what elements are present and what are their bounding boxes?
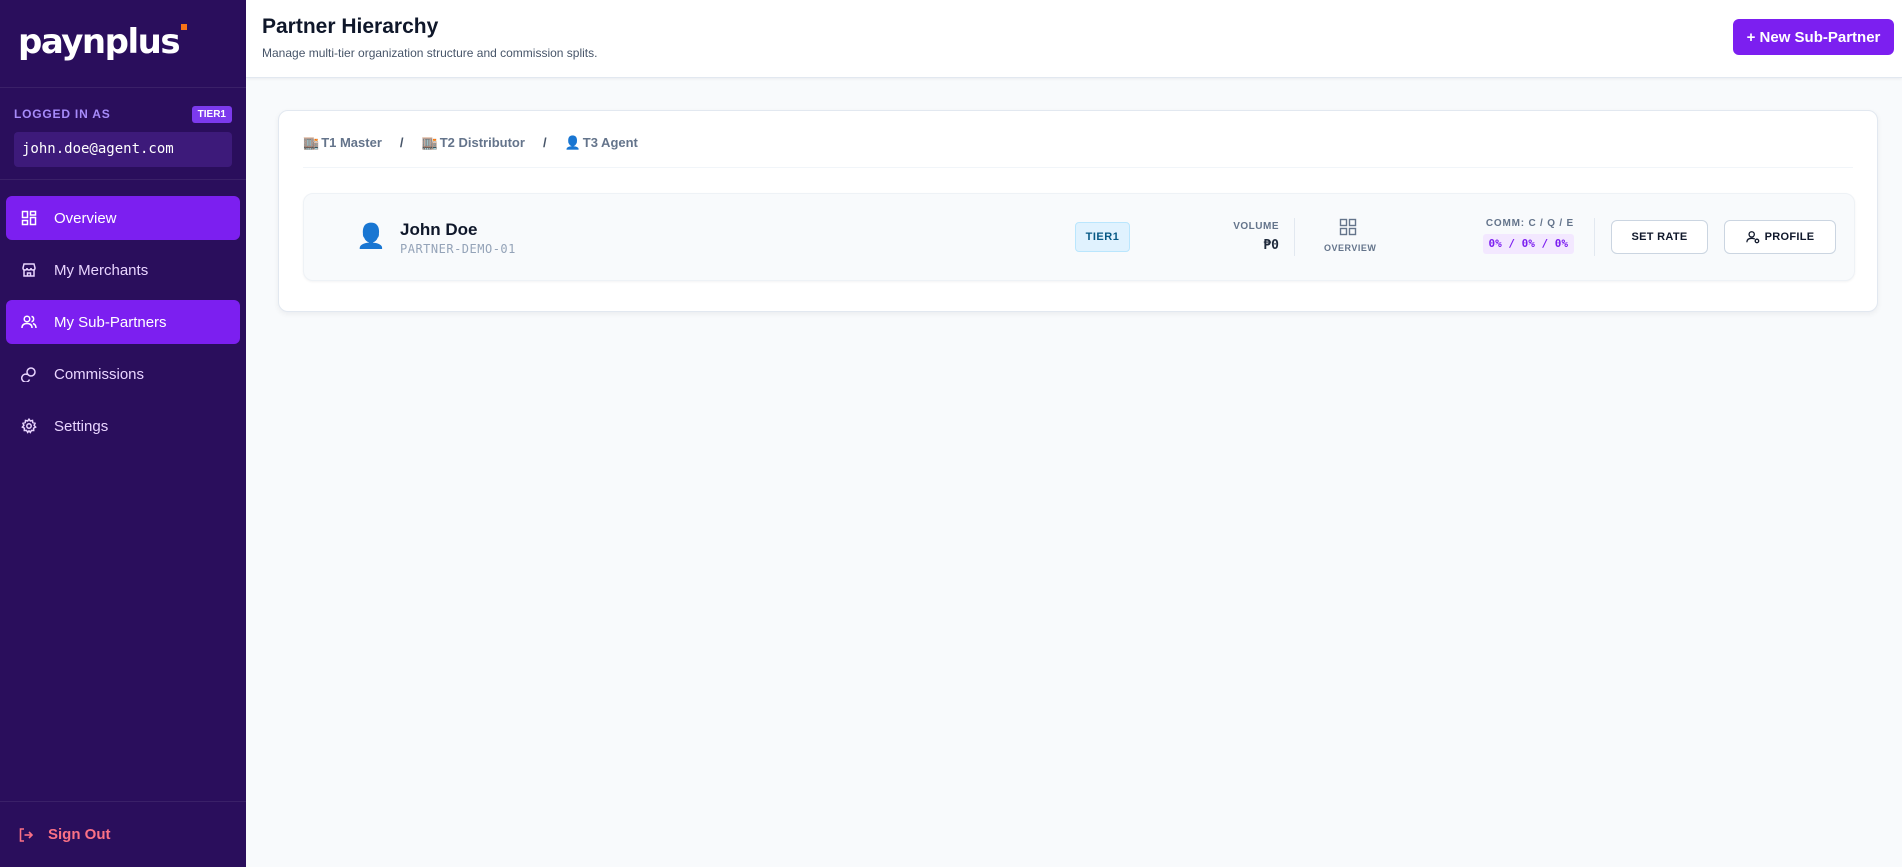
- sidebar-item-label: Overview: [54, 209, 117, 227]
- partner-row: 👤 John Doe PARTNER-DEMO-01 TIER1 VOLUME …: [303, 193, 1855, 281]
- overview-label[interactable]: OVERVIEW: [1324, 243, 1376, 253]
- sidebar-item-label: My Merchants: [54, 261, 149, 279]
- grid-icon: [20, 209, 38, 227]
- volume-value: ₱0: [1263, 238, 1279, 253]
- commission-value: 0% / 0% / 0%: [1482, 234, 1574, 254]
- sidebar-item-settings[interactable]: Settings: [6, 404, 240, 448]
- tier-badge: TIER1: [191, 105, 232, 123]
- breadcrumb-separator: /: [542, 135, 547, 150]
- building-icon: 🏬: [303, 135, 320, 150]
- page-title: Partner Hierarchy: [262, 15, 439, 38]
- person-icon: 👤: [564, 135, 581, 150]
- logged-in-label: LOGGED IN AS: [14, 107, 111, 121]
- sidebar-item-overview[interactable]: Overview: [6, 196, 240, 240]
- breadcrumb-t2-distributor[interactable]: 🏬 T2 Distributor: [422, 135, 525, 167]
- partner-code: PARTNER-DEMO-01: [400, 242, 516, 256]
- page-header: Partner Hierarchy Manage multi-tier orga…: [246, 0, 1902, 78]
- user-icon: [1745, 231, 1759, 244]
- logo-accent-dot: [181, 24, 188, 30]
- breadcrumb-label: T3 Agent: [582, 135, 638, 150]
- overview-grid-icon[interactable]: [1339, 218, 1357, 236]
- divider: [1594, 218, 1595, 256]
- volume-label: VOLUME: [1233, 221, 1279, 232]
- sidebar-item-label: Settings: [54, 417, 109, 435]
- sidebar-footer: Sign Out: [0, 801, 246, 867]
- sidebar-item-my-sub-partners[interactable]: My Sub-Partners: [6, 300, 240, 344]
- logo-text: paynplus: [18, 22, 188, 62]
- hierarchy-card: 🏬 T1 Master / 🏬 T2 Distributor / 👤 T3 Ag…: [278, 110, 1878, 312]
- sidebar-item-label: My Sub-Partners: [54, 313, 167, 331]
- sidebar-nav: Overview My Merchants My Sub-Partners Co…: [0, 180, 246, 448]
- commission-label: COMM: C / Q / E: [1485, 218, 1574, 229]
- sidebar: paynplus LOGGED IN AS TIER1 john.doe@age…: [0, 0, 246, 867]
- brand-logo[interactable]: paynplus: [0, 0, 246, 88]
- sidebar-item-commissions[interactable]: Commissions: [6, 352, 240, 396]
- new-sub-partner-button[interactable]: + New Sub-Partner: [1733, 19, 1894, 55]
- breadcrumb-separator: /: [399, 135, 404, 150]
- users-icon: [20, 313, 38, 331]
- tier-badge: TIER1: [1075, 222, 1130, 252]
- avatar: 👤: [356, 223, 386, 250]
- set-rate-button[interactable]: SET RATE: [1611, 220, 1708, 254]
- building-icon: 🏬: [421, 135, 438, 150]
- sidebar-item-my-merchants[interactable]: My Merchants: [6, 248, 240, 292]
- breadcrumb-t3-agent[interactable]: 👤 T3 Agent: [565, 135, 638, 167]
- partner-name: John Doe: [400, 220, 478, 239]
- logout-icon: [19, 827, 34, 842]
- breadcrumb-label: T2 Distributor: [439, 135, 525, 150]
- gear-icon: [20, 417, 38, 435]
- store-icon: [20, 261, 38, 279]
- sidebar-item-label: Commissions: [54, 365, 145, 383]
- coins-icon: [20, 365, 38, 383]
- sign-out-button[interactable]: Sign Out: [18, 826, 111, 843]
- breadcrumb: 🏬 T1 Master / 🏬 T2 Distributor / 👤 T3 Ag…: [303, 135, 1853, 168]
- profile-label: PROFILE: [1764, 231, 1815, 243]
- profile-button[interactable]: PROFILE: [1724, 220, 1836, 254]
- sign-out-label: Sign Out: [48, 826, 111, 843]
- session-panel: LOGGED IN AS TIER1 john.doe@agent.com: [0, 88, 246, 180]
- user-email: john.doe@agent.com: [14, 132, 232, 167]
- page-subtitle: Manage multi-tier organization structure…: [262, 46, 598, 60]
- breadcrumb-label: T1 Master: [321, 135, 382, 150]
- divider: [1294, 218, 1295, 256]
- breadcrumb-t1-master[interactable]: 🏬 T1 Master: [303, 135, 382, 167]
